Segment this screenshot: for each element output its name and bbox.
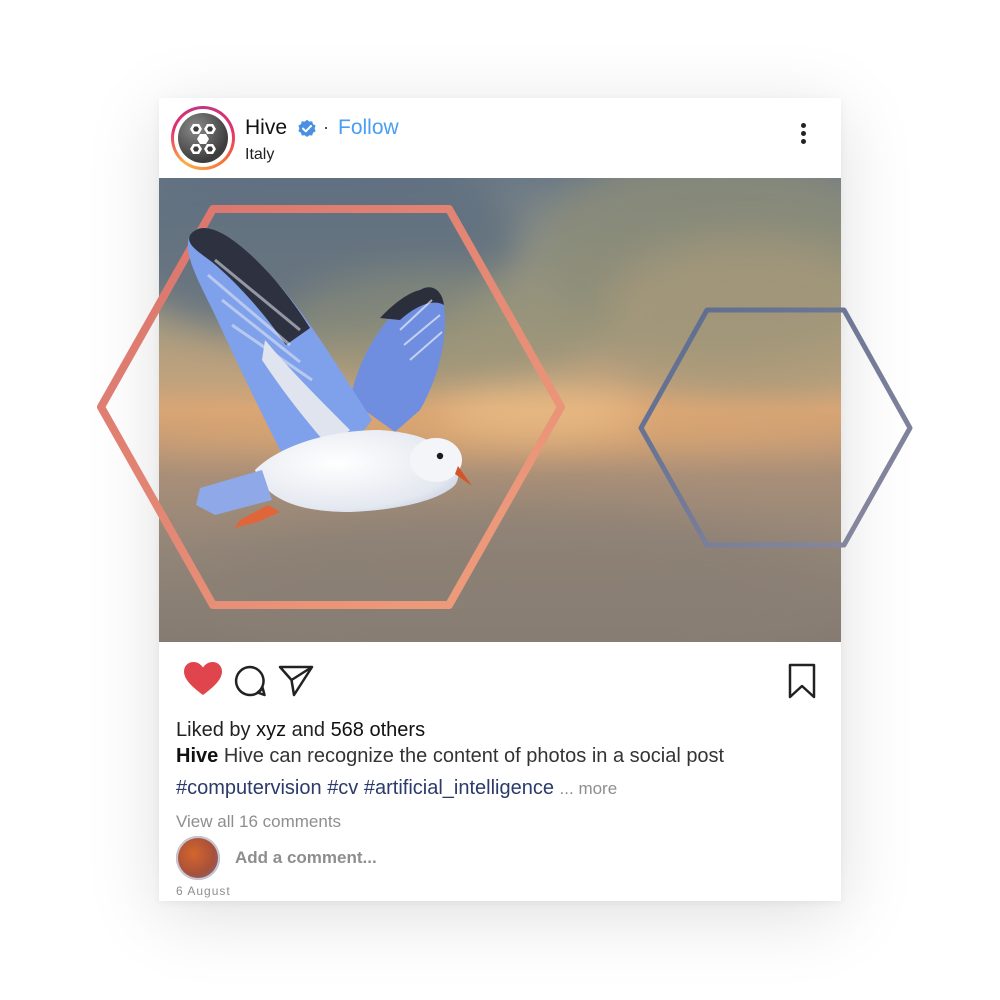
likes-prefix: Liked by <box>176 719 251 741</box>
caption: Hive Hive can recognize the content of p… <box>176 745 724 768</box>
verified-badge-icon <box>298 119 316 137</box>
more-options-icon[interactable] <box>795 121 811 149</box>
hashtag-link[interactable]: #computervision <box>176 777 322 799</box>
caption-author[interactable]: Hive <box>176 745 218 767</box>
author-name[interactable]: Hive <box>245 116 287 140</box>
likes-joiner: and <box>291 719 325 741</box>
comment-input[interactable] <box>235 848 535 868</box>
separator-dot: · <box>323 117 329 137</box>
hashtag-link[interactable]: #cv <box>327 777 358 799</box>
follow-button[interactable]: Follow <box>338 116 399 140</box>
post-photo[interactable] <box>159 178 841 642</box>
hashtag-link[interactable]: #artificial_intelligence <box>364 777 554 799</box>
post-date: 6 August <box>176 884 231 898</box>
post-card: Hive · Follow Italy Liked by xyz and 568… <box>159 98 841 901</box>
location-label[interactable]: Italy <box>245 146 274 164</box>
bookmark-icon[interactable] <box>787 663 817 699</box>
likes-others[interactable]: 568 others <box>331 719 426 741</box>
liked-by-user[interactable]: xyz <box>256 719 286 741</box>
hashtags: #computervision #cv #artificial_intellig… <box>176 777 617 800</box>
avatar[interactable] <box>171 106 235 170</box>
share-icon[interactable] <box>278 664 314 698</box>
caption-text: Hive can recognize the content of photos… <box>223 745 725 767</box>
commenter-avatar <box>176 836 220 880</box>
hive-logo-icon <box>178 113 228 163</box>
likes-summary: Liked by xyz and 568 others <box>176 719 425 742</box>
heart-icon[interactable] <box>183 661 223 697</box>
view-all-comments-link[interactable]: View all 16 comments <box>176 812 341 832</box>
comment-icon[interactable] <box>233 664 267 698</box>
more-link[interactable]: ... more <box>560 779 618 798</box>
